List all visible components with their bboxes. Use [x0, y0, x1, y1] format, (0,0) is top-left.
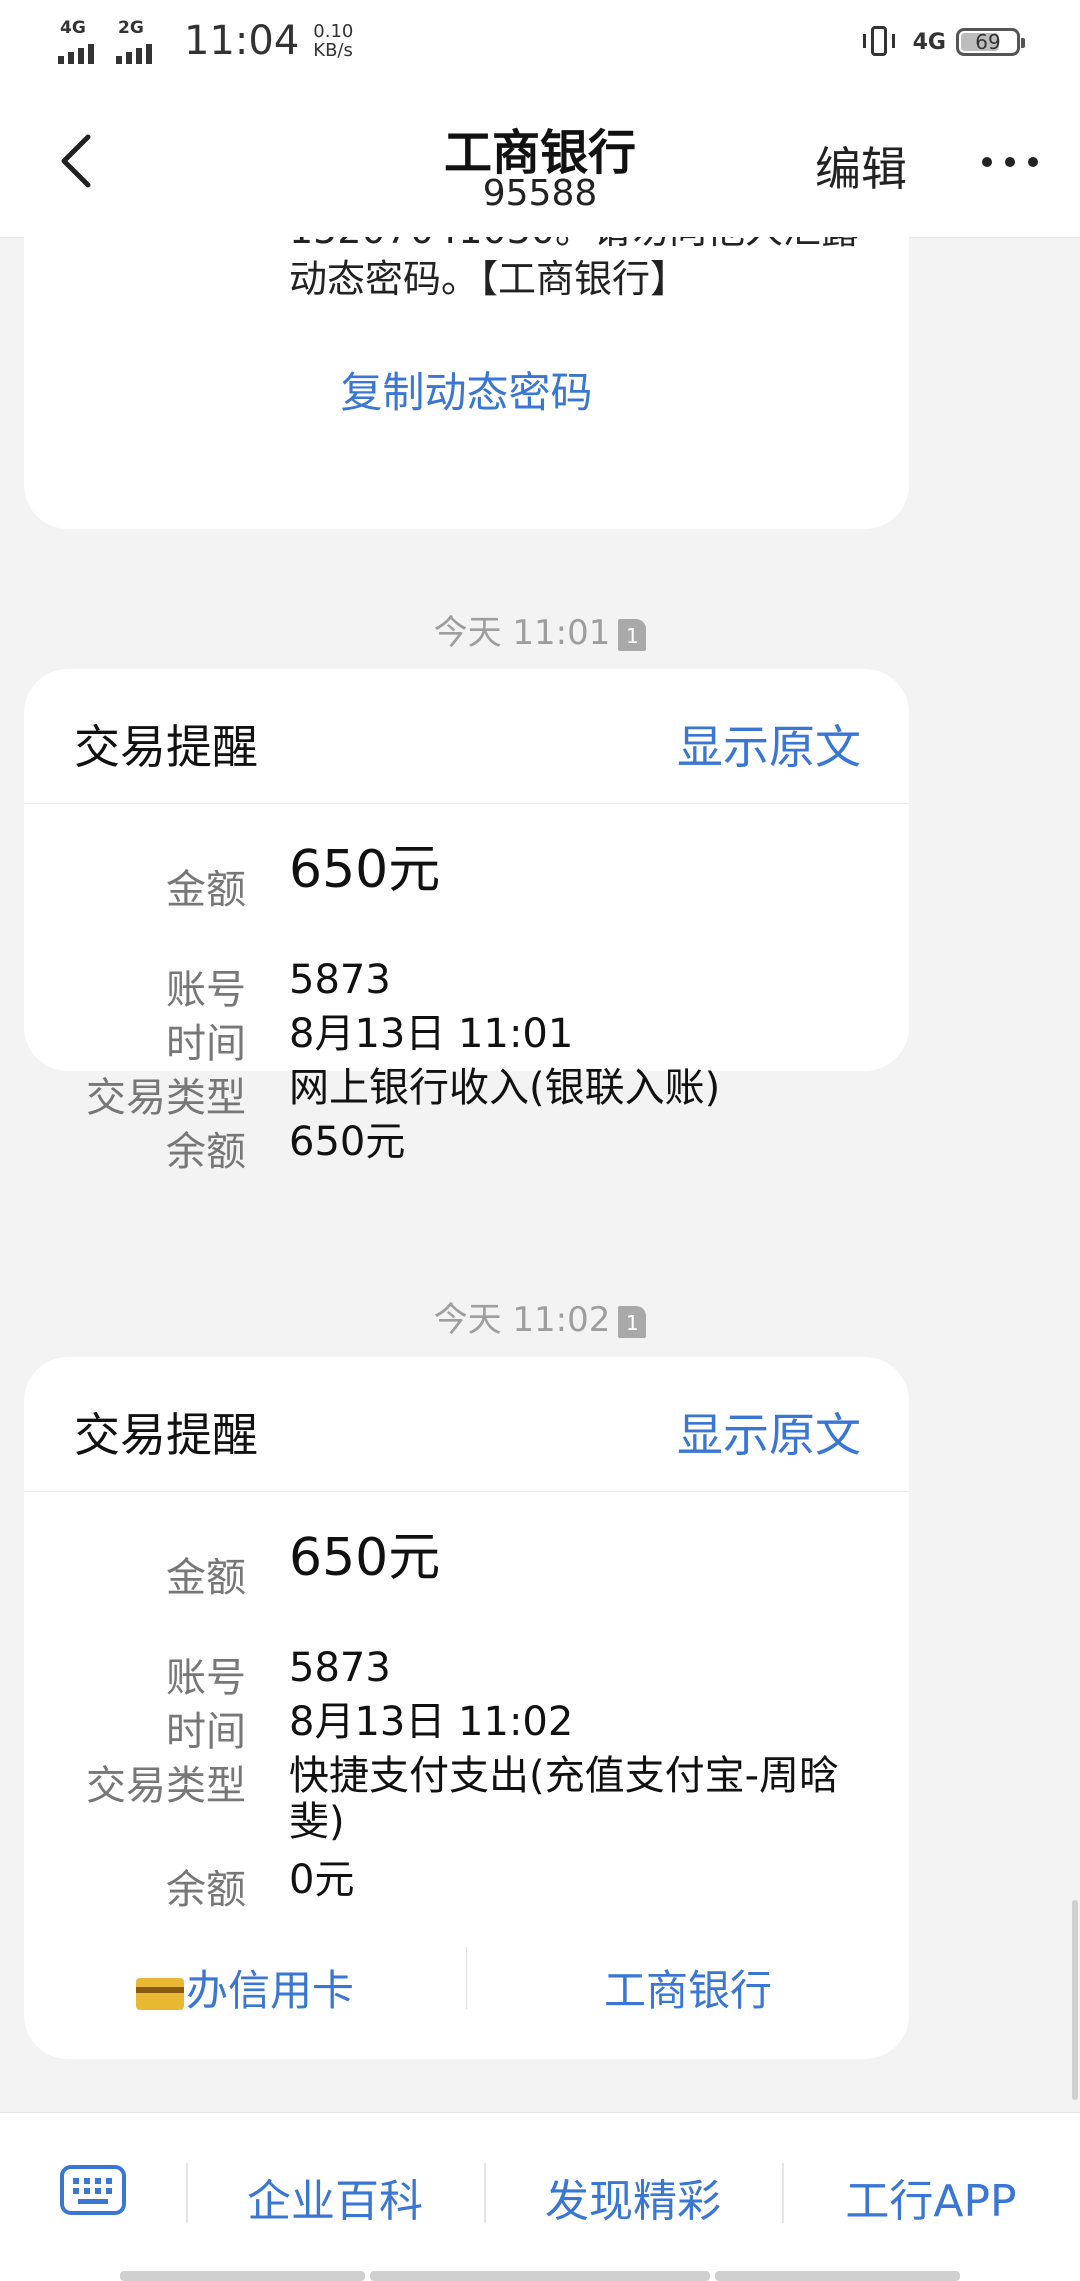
field-label: 时间 [166, 1709, 246, 1755]
message-timestamp: 今天 11:01 1 [0, 605, 1080, 654]
edit-button[interactable]: 编辑 [815, 133, 907, 199]
card-title: 交易提醒 [74, 1408, 258, 1462]
card-header: 交易提醒 显示原文 [24, 669, 909, 804]
field-value: 650元 [289, 1528, 441, 1588]
menu-enterprise-wiki[interactable]: 企业百科 [186, 2165, 484, 2229]
field-label: 账号 [166, 1655, 246, 1701]
field-label: 交易类型 [86, 1763, 246, 1809]
message-list[interactable]: 支付，绑定手机号：15207041030。请勿向他人泄露动态密码。【工商银行】 … [0, 237, 1080, 2112]
keyboard-icon[interactable] [60, 2165, 126, 2215]
mobile-data-label: 4G [912, 29, 946, 55]
scrollbar[interactable] [1072, 1900, 1078, 2100]
field-label: 时间 [166, 1021, 246, 1067]
field-value: 5873 [289, 1645, 391, 1691]
sim1-network-label: 4G [60, 18, 86, 38]
field-label: 账号 [166, 967, 246, 1013]
field-value: 0元 [289, 1857, 355, 1903]
icbc-link-button[interactable]: 工商银行 [467, 1957, 909, 2018]
field-label: 余额 [166, 1129, 246, 1175]
sim-card-icon: 1 [618, 618, 647, 651]
field-value: 8月13日 11:01 [289, 1011, 574, 1057]
status-bar: 4G 2G 11:04 0.10 KB/s 4G 69 [0, 0, 1080, 85]
sim-card-icon: 1 [618, 1305, 647, 1338]
timestamp-text: 今天 11:02 [433, 1300, 611, 1340]
conversation-header: 工商银行 95588 编辑 [0, 85, 1080, 238]
bottom-menu-bar: 企业百科 发现精彩 工行APP [0, 2112, 1080, 2281]
field-label: 金额 [166, 1555, 246, 1601]
message-text: 支付，绑定手机号：15207041030。请勿向他人泄露动态密码。【工商银行】 [289, 237, 859, 301]
card-header: 交易提醒 显示原文 [24, 1357, 909, 1492]
network-speed-unit: KB/s [313, 40, 353, 61]
status-time: 11:04 [184, 18, 300, 64]
apply-credit-card-button[interactable]: 办信用卡 [24, 1957, 466, 2018]
field-value: 650元 [289, 840, 441, 900]
show-original-button[interactable]: 显示原文 [677, 711, 861, 777]
network-speed: 0.10 KB/s [313, 22, 353, 60]
field-value: 网上银行收入(银联入账) [289, 1065, 721, 1111]
show-original-button[interactable]: 显示原文 [677, 1399, 861, 1465]
signal-sim2-icon: 2G [116, 14, 174, 64]
sender-number: 95588 [482, 173, 598, 214]
field-label: 余额 [166, 1867, 246, 1913]
battery-icon: 69 [956, 28, 1025, 56]
field-value: 8月13日 11:02 [289, 1699, 574, 1745]
signal-sim1-icon: 4G [58, 14, 116, 64]
vibrate-icon [859, 22, 899, 62]
menu-icbc-app[interactable]: 工行APP [782, 2165, 1080, 2229]
message-bubble-verification[interactable]: 支付，绑定手机号：15207041030。请勿向他人泄露动态密码。【工商银行】 … [24, 237, 909, 529]
field-label: 交易类型 [86, 1075, 246, 1121]
copy-code-button[interactable]: 复制动态密码 [24, 359, 909, 420]
timestamp-text: 今天 11:01 [433, 613, 611, 653]
field-value: 650元 [289, 1119, 406, 1165]
sim2-network-label: 2G [118, 18, 144, 38]
field-label: 金额 [166, 867, 246, 913]
card-title: 交易提醒 [74, 720, 258, 774]
menu-discover[interactable]: 发现精彩 [484, 2165, 782, 2229]
network-speed-value: 0.10 [313, 21, 354, 42]
transaction-card[interactable]: 交易提醒 显示原文 金额 650元 账号 5873 时间 8月13日 11:01… [24, 669, 909, 1175]
field-value: 5873 [289, 957, 391, 1003]
field-value: 快捷支付支出(充值支付宝-周晗斐) [289, 1753, 840, 1845]
battery-level: 69 [975, 30, 1001, 54]
more-options-icon[interactable] [980, 155, 1040, 169]
transaction-card[interactable]: 交易提醒 显示原文 金额 650元 账号 5873 时间 8月13日 11:02… [24, 1357, 909, 2059]
credit-card-icon [135, 1977, 184, 2010]
card-actions: 办信用卡 工商银行 [24, 1947, 909, 2027]
action-label: 办信用卡 [185, 1966, 354, 2015]
message-timestamp: 今天 11:02 1 [0, 1292, 1080, 1341]
